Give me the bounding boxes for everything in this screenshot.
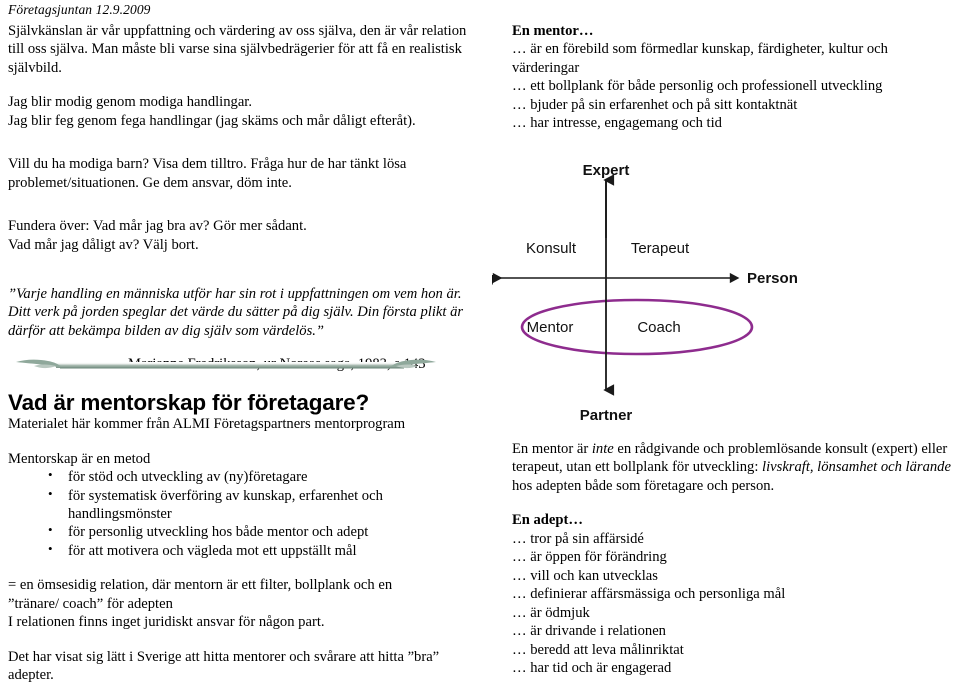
adept-item: … tror på sin affärsidé xyxy=(512,530,644,547)
paragraph-reflect-line1: Fundera över: Vad mår jag bra av? Gör me… xyxy=(8,218,307,235)
document-header: Företagsjuntan 12.9.2009 xyxy=(8,2,151,17)
diagram-label-foretag: Företag xyxy=(492,270,494,287)
summary-line-2: ”tränare/ coach” för adepten xyxy=(8,595,173,612)
paragraph-brave-children: Vill du ha modiga barn? Visa dem tilltro… xyxy=(8,156,407,191)
right-column-top: En mentor… … är en förebild som förmedla… xyxy=(512,22,952,133)
paragraph-brave-line2: Jag blir feg genom fega handlingar (jag … xyxy=(8,112,416,129)
mentor-definition-emphasis-inte: inte xyxy=(591,441,614,457)
adept-item: … vill och kan utvecklas xyxy=(512,567,658,584)
paragraph-brave-line1: Jag blir modig genom modiga handlingar. xyxy=(8,94,253,111)
adept-item: … beredd att leva målinriktat xyxy=(512,641,684,658)
adept-item: … har tid och är engagerad xyxy=(512,659,672,676)
section-heading-mentorskap: Vad är mentorskap för företagare? xyxy=(8,390,370,415)
diagram-label-person: Person xyxy=(747,270,798,287)
list-item: för personlig utveckling hos både mentor… xyxy=(48,522,488,541)
list-item: för systematisk överföring av kunskap, e… xyxy=(48,486,488,524)
left-column-bottom: Vad är mentorskap för företagare? Materi… xyxy=(8,352,488,685)
mentor-item: … har intresse, engagemang och tid xyxy=(512,115,722,132)
diagram-quadrant-mentor: Mentor xyxy=(527,319,574,336)
summary-line-1: = en ömsesidig relation, där mentorn är … xyxy=(8,577,393,594)
diagram-quadrant-konsult: Konsult xyxy=(526,240,577,257)
diagram-label-partner: Partner xyxy=(580,407,633,424)
mentor-definition-part3: hos adepten både som företagare och pers… xyxy=(512,477,775,494)
mentorskap-bullet-list: för stöd och utveckling av (ny)företagar… xyxy=(8,467,488,560)
mentor-definition-paragraph: En mentor är inte en rådgivande och prob… xyxy=(512,440,956,495)
mentor-definition-emphasis-values: livskraft, lönsamhet och lärande xyxy=(762,459,951,476)
list-item: för att motivera och vägleda mot ett upp… xyxy=(48,541,488,560)
list-item: för stöd och utveckling av (ny)företagar… xyxy=(48,467,488,486)
right-column-bottom: En mentor är inte en rådgivande och prob… xyxy=(512,440,956,677)
closing-paragraph: Det har visat sig lätt i Sverige att hit… xyxy=(8,648,440,684)
mentor-item: … ett bollplank för både personlig och p… xyxy=(512,78,883,95)
quadrant-diagram: Expert Partner Företag Person Konsult Te… xyxy=(492,150,892,440)
adept-heading: En adept… xyxy=(512,512,583,529)
diagram-quadrant-coach: Coach xyxy=(637,319,680,336)
pull-quote: ”Varje handling en människa utför har si… xyxy=(8,285,464,339)
diagram-label-expert: Expert xyxy=(583,162,630,179)
diagram-quadrant-terapeut: Terapeut xyxy=(631,240,690,257)
list-intro: Mentorskap är en metod xyxy=(8,450,151,467)
mentor-item: … är en förebild som förmedlar kunskap, … xyxy=(512,41,888,76)
adept-item: … är öppen för förändring xyxy=(512,549,667,566)
mentor-item: … bjuder på sin erfarenhet och på sitt k… xyxy=(512,96,798,113)
mentor-heading: En mentor… xyxy=(512,23,594,39)
document-page: Företagsjuntan 12.9.2009 Självkänslan är… xyxy=(0,0,960,686)
left-column-top: Självkänslan är vår uppfattning och värd… xyxy=(8,22,480,388)
adept-item: … definierar affärsmässiga och personlig… xyxy=(512,586,786,603)
mentor-definition-part1: En mentor är xyxy=(512,441,592,457)
section-subtitle: Materialet här kommer från ALMI Företags… xyxy=(8,416,406,433)
summary-line-3: I relationen finns inget juridiskt ansva… xyxy=(8,614,325,631)
adept-item: … är drivande i relationen xyxy=(512,623,666,640)
paragraph-reflect-line2: Vad mår jag dåligt av? Välj bort. xyxy=(8,236,199,253)
paragraph-self-esteem: Självkänslan är vår uppfattning och värd… xyxy=(8,23,467,76)
adept-item: … är ödmjuk xyxy=(512,604,590,621)
